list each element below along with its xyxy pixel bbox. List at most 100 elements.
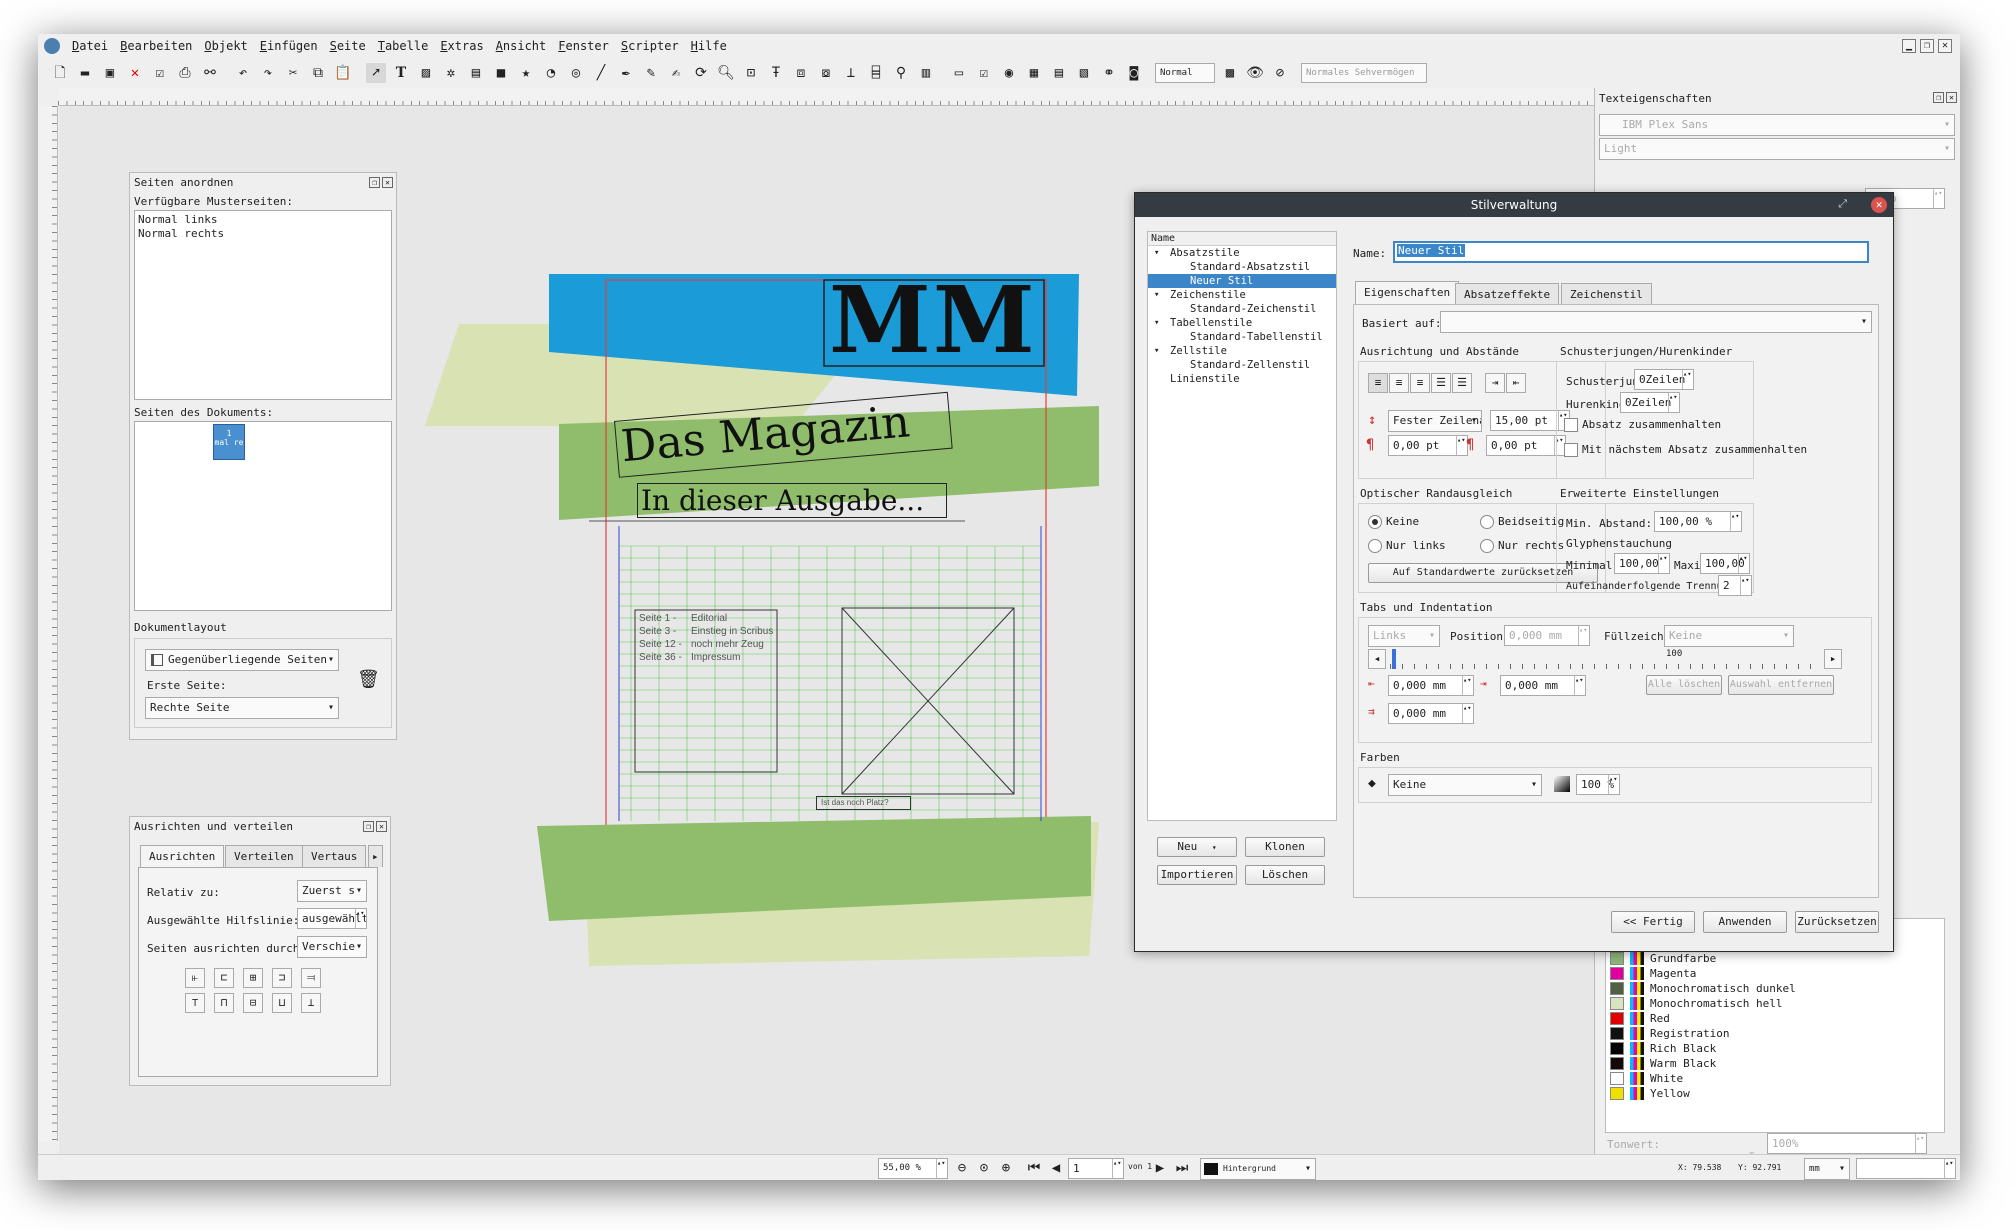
hyphen-input[interactable]: 2 (1718, 575, 1752, 596)
delete-selected-tab-button[interactable]: Auswahl entfernen (1728, 675, 1834, 695)
based-on-select[interactable] (1440, 311, 1872, 333)
new-icon[interactable]: 🗋 (50, 63, 70, 83)
right-indent-input[interactable]: 0,000 mm (1388, 703, 1474, 724)
image-quality-select[interactable]: Normal (1155, 63, 1215, 83)
font-family-select[interactable]: IBM Plex Sans (1599, 114, 1955, 136)
align-left-out-icon[interactable]: ⊏ (214, 968, 234, 988)
align-center-text-icon[interactable]: ≡ (1389, 373, 1409, 393)
tree-item[interactable]: Standard-Zeichenstil (1148, 302, 1336, 316)
tab-absatzeffekte[interactable]: Absatzeffekte (1455, 283, 1560, 305)
horizontal-ruler[interactable] (58, 88, 1598, 106)
undo-icon[interactable]: ↶ (233, 63, 253, 83)
color-list-item[interactable]: Red (1610, 1011, 1940, 1026)
done-button[interactable]: << Fertig (1611, 911, 1695, 933)
spiral-icon[interactable]: ◎ (566, 63, 586, 83)
min-space-input[interactable]: 100,00 % (1654, 511, 1742, 532)
align-top-out-icon[interactable]: ⊓ (214, 993, 234, 1013)
menu-scripter[interactable]: Scripter (615, 34, 685, 58)
tree-item[interactable]: Standard-Absatzstil (1148, 260, 1336, 274)
text-color-select[interactable]: Keine (1388, 774, 1542, 796)
tree-item[interactable]: Neuer Stil (1148, 274, 1336, 288)
menu-ansicht[interactable]: Ansicht (490, 34, 553, 58)
arc-icon[interactable]: ◔ (541, 63, 561, 83)
tab-ruler[interactable]: 100 (1390, 649, 1818, 669)
optical-left-radio[interactable]: Nur links (1368, 539, 1446, 553)
zoom-in-icon[interactable]: ⊕ (996, 1158, 1016, 1178)
pdf-text-annot-icon[interactable]: ▧ (1074, 63, 1094, 83)
close-icon[interactable]: ✕ (382, 177, 393, 188)
align-left-icon[interactable]: ⫦ (185, 968, 205, 988)
align-vcenter-icon[interactable]: ⊟ (243, 993, 263, 1013)
style-name-input[interactable]: Neuer Stil (1393, 241, 1869, 263)
align-left-text-icon[interactable]: ≡ (1368, 373, 1388, 393)
master-item[interactable]: Normal rechts (138, 227, 388, 241)
trash-icon[interactable]: 🗑︎ (357, 669, 380, 690)
menu-bearbeiten[interactable]: Bearbeiten (114, 34, 198, 58)
expand-arrow-icon[interactable]: ▾ (1154, 344, 1159, 358)
tree-item[interactable]: ▾ Zellstile (1148, 344, 1336, 358)
tab-align-select[interactable]: Links (1368, 625, 1440, 647)
select-icon[interactable]: ➚ (366, 63, 386, 83)
tab-ausrichten[interactable]: Ausrichten (140, 845, 225, 868)
text-frame-icon[interactable]: T (391, 63, 411, 83)
space-above-input[interactable]: 0,00 pt (1388, 435, 1468, 456)
relative-select[interactable]: Zuerst s (297, 880, 367, 902)
reset-button[interactable]: Zurücksetzen (1795, 911, 1879, 933)
new-style-button[interactable]: Neu ▾ (1157, 837, 1237, 857)
image-frame-icon[interactable]: ▨ (416, 63, 436, 83)
pdf-checkbox-icon[interactable]: ☑ (974, 63, 994, 83)
shade-input[interactable]: 100 % (1576, 774, 1620, 795)
menu-extras[interactable]: Extras (434, 34, 489, 58)
menu-fenster[interactable]: Fenster (552, 34, 615, 58)
tree-item[interactable]: ▾ Zeichenstile (1148, 288, 1336, 302)
keep-together-checkbox[interactable]: Absatz zusammenhalten (1564, 418, 1721, 432)
sides-select[interactable]: Verschie (297, 936, 367, 958)
menu-seite[interactable]: Seite (324, 34, 372, 58)
print-icon[interactable]: ⎙ (175, 63, 195, 83)
doc-pages-area[interactable]: 1 mal re (134, 421, 392, 611)
master-item[interactable]: Normal links (138, 213, 388, 227)
view-mode-select[interactable]: Normales Sehvermögen (1301, 63, 1427, 83)
pdf-radio-icon[interactable]: ◉ (999, 63, 1019, 83)
color-mgmt-icon[interactable]: ▩ (1220, 63, 1240, 83)
expand-arrow-icon[interactable]: ▾ (1154, 288, 1159, 302)
color-list-item[interactable]: Monochromatisch dunkel (1610, 981, 1940, 996)
color-list-item[interactable]: Registration (1610, 1026, 1940, 1041)
tab-eigenschaften[interactable]: Eigenschaften (1355, 281, 1460, 304)
link-frames-icon[interactable]: ⧈ (791, 63, 811, 83)
font-style-select[interactable]: Light (1599, 138, 1955, 160)
menu-hilfe[interactable]: Hilfe (685, 34, 733, 58)
tab-zeichenstil[interactable]: Zeichenstil (1561, 283, 1652, 305)
measure-icon[interactable]: ⟂ (841, 63, 861, 83)
page-thumbnail[interactable]: 1 mal re (213, 424, 245, 460)
rotate-icon[interactable]: ⟳ (691, 63, 711, 83)
tree-item[interactable]: Standard-Tabellenstil (1148, 330, 1336, 344)
restore-icon[interactable]: ❐ (1920, 39, 1934, 53)
zoom-out-icon[interactable]: ⊖ (952, 1158, 972, 1178)
layout-select[interactable]: Gegenüberliegende Seiten (145, 649, 339, 671)
align-bottom-icon[interactable]: ⊥ (301, 993, 321, 1013)
cut-icon[interactable]: ✂ (283, 63, 303, 83)
style-tree[interactable]: Name ▾ Absatzstile Standard-Absatzstil Neue… (1147, 231, 1337, 821)
render-frame-icon[interactable]: ✲ (441, 63, 461, 83)
tab-vertauschen[interactable]: Vertaus (302, 845, 367, 867)
edit-content-icon[interactable]: ⊡ (741, 63, 761, 83)
float-icon[interactable]: ❐ (369, 177, 380, 188)
align-right-icon[interactable]: ⫤ (301, 968, 321, 988)
fill-select[interactable]: Keine (1664, 625, 1794, 647)
dialog-restore-icon[interactable]: ⤢ (1838, 197, 1847, 211)
eyedropper-icon[interactable]: ⚲ (891, 63, 911, 83)
align-right-out-icon[interactable]: ⊐ (272, 968, 292, 988)
edit-text-icon[interactable]: Ŧ (766, 63, 786, 83)
redo-icon[interactable]: ↷ (258, 63, 278, 83)
pdf-combo-icon[interactable]: ▦ (1024, 63, 1044, 83)
position-input[interactable]: 0,000 mm (1504, 625, 1590, 646)
color-list-item[interactable]: Monochromatisch hell (1610, 996, 1940, 1011)
menu-datei[interactable]: Datei (66, 34, 114, 58)
menu-einfuegen[interactable]: Einfügen (254, 34, 324, 58)
unlink-frames-icon[interactable]: ⧇ (816, 63, 836, 83)
first-indent-input[interactable]: 0,000 mm (1388, 675, 1474, 696)
dialog-close-icon[interactable]: ✕ (1871, 197, 1887, 213)
line-spacing-mode[interactable]: Fester Zeilenabs (1388, 410, 1482, 432)
ruler-right-icon[interactable]: ▸ (1824, 649, 1842, 669)
